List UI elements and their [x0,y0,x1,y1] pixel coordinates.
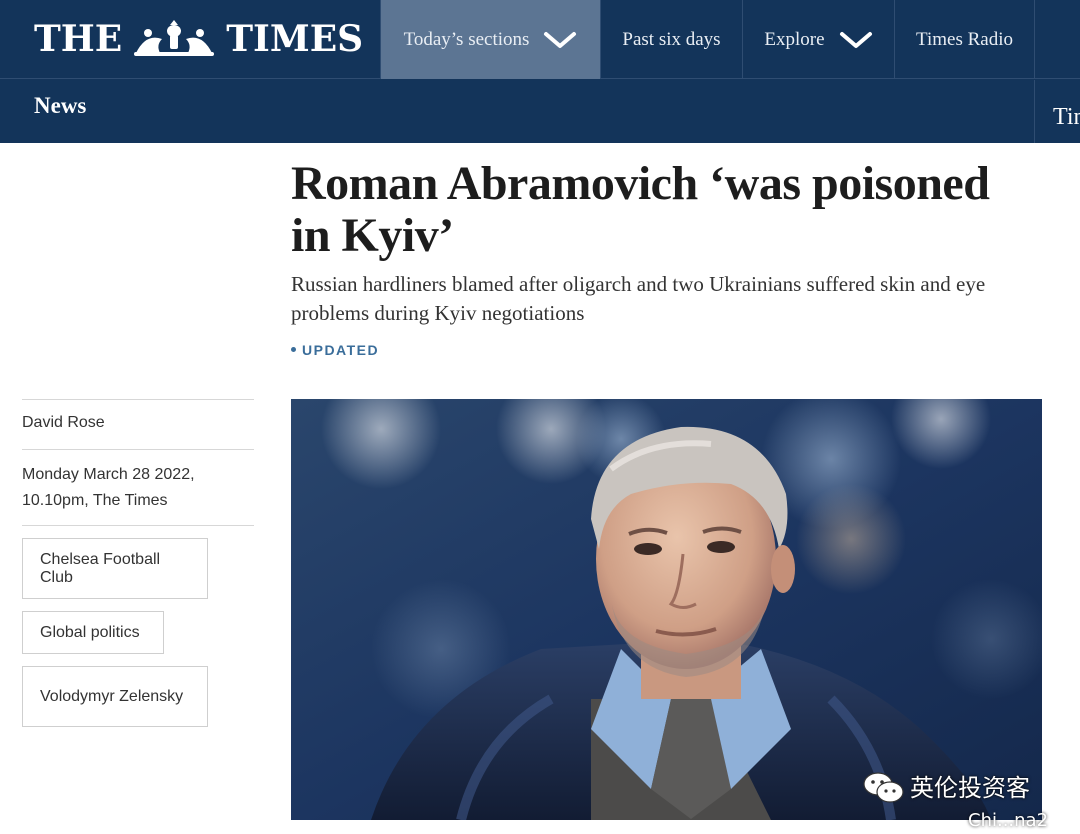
topic-tag-chelsea-football-club[interactable]: Chelsea Football Club [22,538,208,599]
crest-icon [134,20,215,56]
topic-tag-global-politics[interactable]: Global politics [22,611,164,654]
watermark-subtitle: Chi...na2 [968,810,1049,831]
divider [22,449,254,450]
masthead-word-the: THE [34,18,123,60]
nav-times-radio-label: Times Radio [916,28,1013,50]
masthead-logo[interactable]: THE TIMES [34,14,363,64]
nav-todays-sections[interactable]: Today’s sections [380,0,600,79]
nav-times-radio[interactable]: Times Radio [894,0,1034,79]
publish-date-line-1: Monday March 28 2022, [22,466,195,483]
topic-tag-volodymyr-zelensky[interactable]: Volodymyr Zelensky [22,666,208,727]
watermark-account-name: 英伦投资客 [910,774,1030,802]
article-standfirst: Russian hardliners blamed after oligarch… [291,272,986,325]
divider [22,525,254,526]
updated-label: UPDATED [302,342,380,358]
top-navigation-bar: THE TIMES Today’s sections Past six days… [0,0,1080,143]
wechat-icon [863,772,904,803]
nav-past-six-days[interactable]: Past six days [600,0,742,79]
wechat-watermark: 英伦投资客 Chi...na2 [862,766,1080,834]
author-name[interactable]: David Rose [22,414,105,432]
bullet-icon [291,346,296,352]
secondary-nav-overflow-label: Times [1053,104,1080,130]
section-news-link[interactable]: News [34,93,86,119]
primary-nav-row: THE TIMES Today’s sections Past six days… [0,0,1080,79]
secondary-nav-overflow[interactable]: Times [1034,80,1080,143]
updated-badge: UPDATED [291,342,379,358]
masthead-word-times: TIMES [226,18,364,60]
nav-todays-sections-label: Today’s sections [403,28,530,50]
nav-past-six-days-label: Past six days [622,28,721,50]
publish-date: Monday March 28 2022, 10.10pm, The Times [22,462,254,514]
divider [22,399,254,400]
publish-date-line-2: 10.10pm, The Times [22,492,168,509]
secondary-nav-row: News Times [0,80,1080,143]
nav-explore-label: Explore [764,28,825,50]
article-photo[interactable] [291,399,1042,820]
nav-explore[interactable]: Explore [742,0,894,79]
portrait-photo [291,399,1042,820]
chevron-down-icon [544,31,577,48]
article-headline: Roman Abramovich ‘was poisoned in Kyiv’ [291,157,990,262]
chevron-down-icon [839,31,872,48]
nav-overflow-item[interactable] [1034,0,1080,79]
